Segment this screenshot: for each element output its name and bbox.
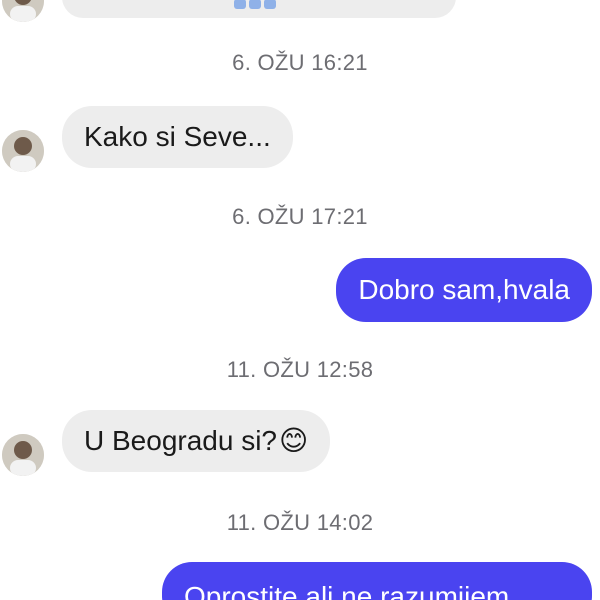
avatar[interactable]	[2, 0, 44, 22]
message-text: Kako si Seve...	[84, 121, 271, 152]
message-text: Oprostite ali ne razumijem	[184, 581, 510, 600]
incoming-message-bubble[interactable]: U Beogradu si? 😊	[62, 410, 331, 472]
smiling-face-icon: 😊	[279, 425, 309, 456]
avatar-icon	[2, 0, 44, 22]
message-timestamp: 11. OŽU 14:02	[226, 510, 374, 535]
outgoing-message-bubble[interactable]: Dobro sam,hvala	[336, 258, 592, 322]
avatar[interactable]	[2, 130, 44, 172]
message-timestamp: 6. OŽU 16:21	[232, 50, 368, 75]
incoming-message-bubble[interactable]: Kako si Seve...	[62, 106, 293, 168]
outgoing-message-bubble[interactable]: Oprostite ali ne razumijem	[162, 562, 592, 600]
avatar-icon	[2, 130, 44, 172]
message-text: Dobro sam,hvala	[358, 274, 570, 305]
message-timestamp: 11. OŽU 12:58	[226, 357, 374, 382]
chat-thread: 6. OŽU 16:21 Kako si Seve... 6. OŽU 17:2…	[0, 0, 600, 600]
avatar-icon	[2, 434, 44, 476]
emoji-row-icon	[234, 0, 276, 9]
avatar[interactable]	[2, 434, 44, 476]
incoming-message-bubble[interactable]	[62, 0, 456, 18]
message-timestamp: 6. OŽU 17:21	[232, 204, 368, 229]
message-text: U Beogradu si?	[84, 425, 278, 456]
